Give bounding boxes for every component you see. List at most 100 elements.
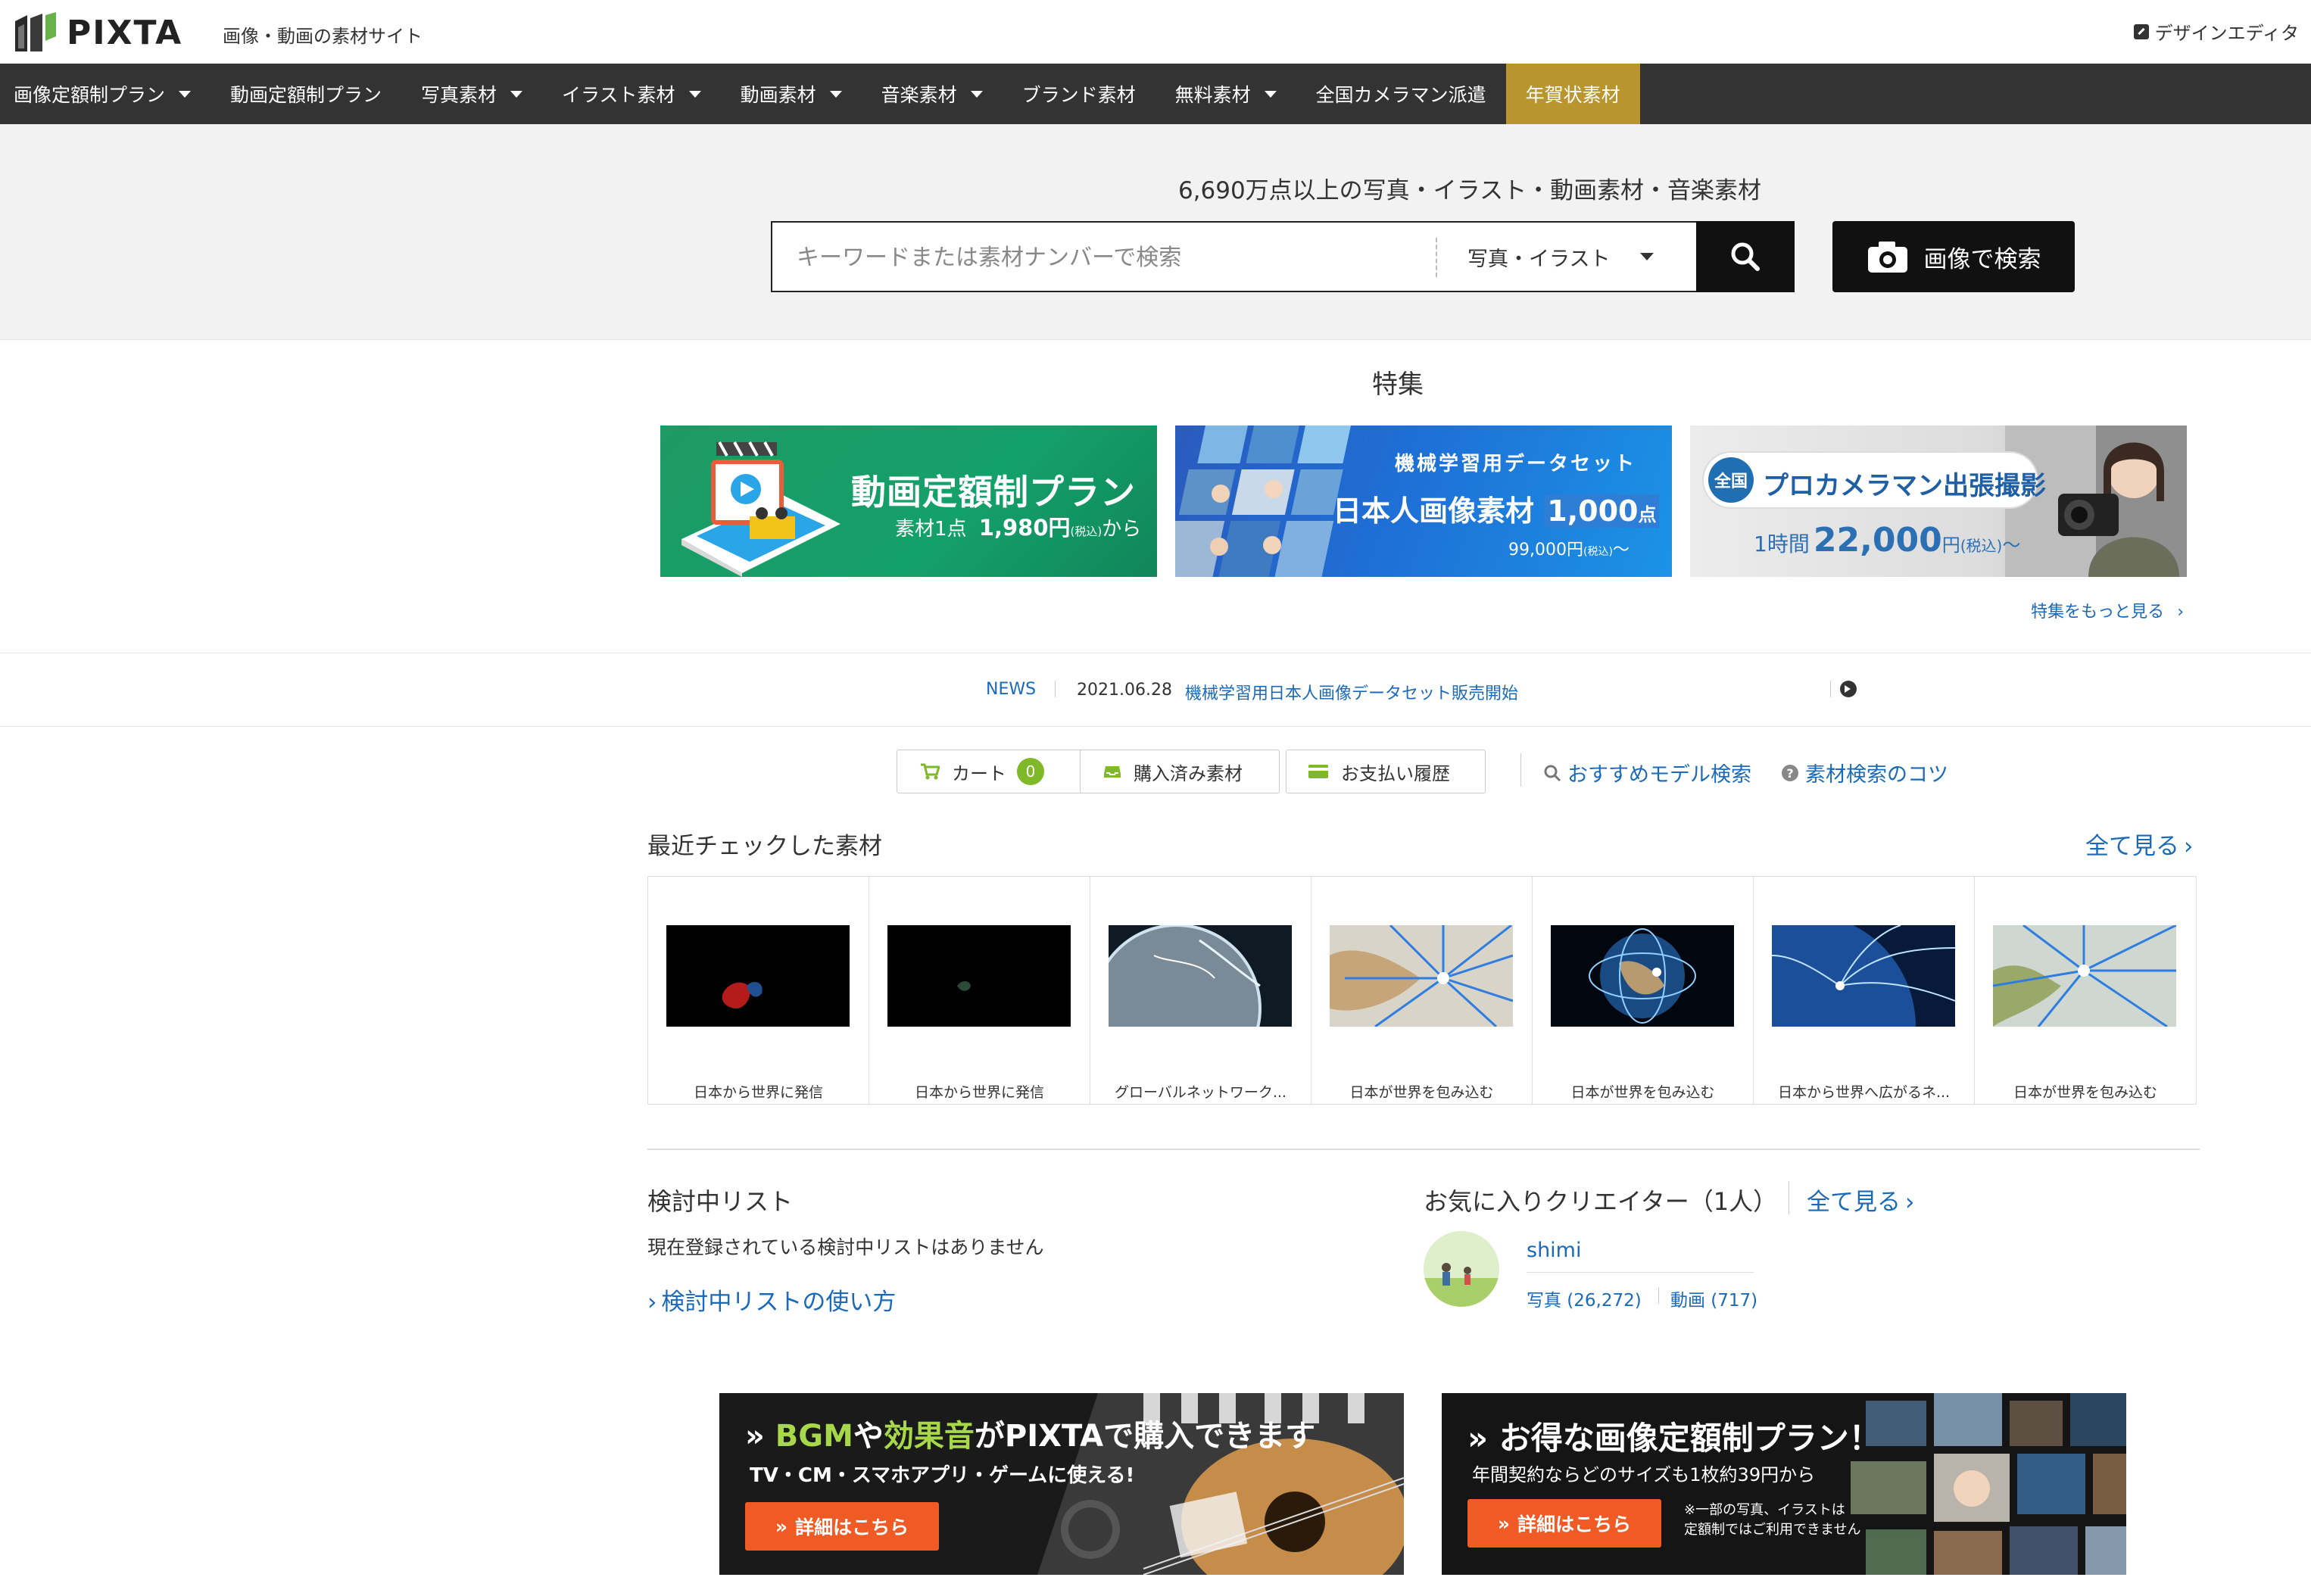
caret-down-icon xyxy=(1640,253,1655,260)
recent-item-caption: 日本から世界に発信 xyxy=(914,1084,1044,1101)
video-phone-illustration xyxy=(681,441,841,577)
nav-item-photos[interactable]: 写真素材 xyxy=(401,64,542,124)
help-icon: ? xyxy=(1782,764,1798,781)
recent-item[interactable]: 日本が世界を包み込む xyxy=(1311,877,1533,1104)
chevron-double-right-icon: » xyxy=(1467,1420,1489,1457)
caret-down-icon xyxy=(970,90,983,98)
search-input[interactable] xyxy=(795,223,1457,292)
banner-line1: 機械学習用データセット xyxy=(1395,453,1637,475)
promo-cta-label: 詳細はこちら xyxy=(795,1517,909,1538)
news-next-icon[interactable] xyxy=(1840,681,1857,697)
model-search-link[interactable]: おすすめモデル検索 xyxy=(1543,758,1751,787)
recent-item[interactable]: 日本から世界へ広がるネ... xyxy=(1754,877,1975,1104)
promo-cta-label: 詳細はこちら xyxy=(1517,1513,1632,1535)
search-divider xyxy=(1436,238,1437,277)
recent-item[interactable]: グローバルネットワーク... xyxy=(1090,877,1311,1104)
recent-item-caption: 日本から世界へ広がるネ... xyxy=(1777,1084,1951,1101)
recent-item[interactable]: 日本から世界に発信 xyxy=(648,877,869,1104)
model-search-label: おすすめモデル検索 xyxy=(1567,763,1751,787)
banner-photographer[interactable]: 全国 プロカメラマン出張撮影 1時間 22,000円(税込)〜 xyxy=(1690,425,2187,577)
search-tips-link[interactable]: ? 素材検索のコツ xyxy=(1781,758,1948,787)
payment-label: お支払い履歴 xyxy=(1341,762,1450,784)
thumbnail-image xyxy=(1993,925,2176,1027)
creator-divider xyxy=(1527,1272,1754,1273)
recent-see-all-link[interactable]: 全て見る › xyxy=(2085,827,2193,861)
caret-down-icon xyxy=(1264,90,1277,98)
creator-photos-link[interactable]: 写真 (26,272) xyxy=(1527,1286,1642,1311)
creator-avatar[interactable] xyxy=(1424,1231,1499,1307)
banner-tax: (税込) xyxy=(1960,537,2003,555)
promo-headline: » お得な画像定額制プラン！ xyxy=(1467,1413,1881,1459)
nav-item-brand[interactable]: ブランド素材 xyxy=(1003,64,1156,124)
nav-item-free[interactable]: 無料素材 xyxy=(1156,64,1296,124)
recent-item[interactable]: 日本から世界に発信 xyxy=(869,877,1090,1104)
chevron-right-icon: › xyxy=(2184,833,2194,860)
favorites-see-all-link[interactable]: 全て見る › xyxy=(1807,1183,1914,1217)
consider-list-howto-link[interactable]: › 検討中リストの使い方 xyxy=(647,1283,896,1317)
more-features-link[interactable]: 特集をもっと見る › xyxy=(2031,598,2184,622)
banner-unit: 円 xyxy=(1941,535,1960,556)
banner-price-line: 1時間 22,000円(税込)〜 xyxy=(1754,521,2020,560)
edit-icon xyxy=(2133,23,2149,39)
banner-sub-prefix: 素材1点 xyxy=(895,518,967,541)
payment-history-button[interactable]: お支払い履歴 xyxy=(1286,750,1486,793)
chevron-right-icon: › xyxy=(647,1289,657,1316)
purchased-button[interactable]: 購入済み素材 xyxy=(1080,750,1280,793)
banner-count-value: 1,000 xyxy=(1547,494,1639,528)
promo-image-plan[interactable]: » お得な画像定額制プラン！ 年間契約ならどのサイズも1枚約39円から » 詳細… xyxy=(1442,1393,2126,1575)
nav-item-image-plan[interactable]: 画像定額制プラン xyxy=(0,64,211,124)
news-link[interactable]: 機械学習用日本人画像データセット販売開始 xyxy=(1185,680,1518,704)
chevron-right-icon: › xyxy=(2177,603,2184,622)
chevron-double-right-icon: » xyxy=(745,1419,765,1454)
pixta-logo[interactable]: PIXTA xyxy=(12,11,182,55)
nav-label: 動画素材 xyxy=(740,84,816,106)
search-icon xyxy=(1731,242,1760,271)
nav-item-music[interactable]: 音楽素材 xyxy=(862,64,1003,124)
cart-icon xyxy=(921,763,940,780)
search-type-select[interactable]: 写真・イラスト xyxy=(1467,223,1655,291)
thumbnail-image xyxy=(666,925,850,1027)
nav-item-new-year-cards[interactable]: 年賀状素材 xyxy=(1505,64,1640,124)
main-nav: 画像定額制プラン 動画定額制プラン 写真素材 イラスト素材 動画素材 音楽素材 … xyxy=(0,64,2311,124)
see-all-label: 全て見る xyxy=(1807,1189,1901,1216)
banner-video-plan[interactable]: 動画定額制プラン 素材1点 1,980円(税込)から xyxy=(660,425,1157,577)
banner-ml-dataset[interactable]: 機械学習用データセット 日本人画像素材 1,000点 99,000円(税込)〜 xyxy=(1175,425,1672,577)
banner-price: 99,000円 xyxy=(1508,541,1583,560)
nav-label: 写真素材 xyxy=(421,84,497,106)
creator-stat-divider xyxy=(1658,1287,1659,1304)
tray-icon xyxy=(1104,766,1121,778)
nav-label: イラスト素材 xyxy=(562,84,675,106)
image-search-button[interactable]: 画像で検索 xyxy=(1832,221,2075,292)
promo-headline: » BGMや効果音がPIXTAで購入できます xyxy=(745,1411,1315,1455)
search-type-label: 写真・イラスト xyxy=(1467,247,1611,271)
promo-note: ※一部の写真、イラストは 定額制ではご利用できません xyxy=(1684,1501,1860,1540)
image-search-label: 画像で検索 xyxy=(1923,245,2041,273)
creator-name-link[interactable]: shimi xyxy=(1527,1239,1581,1262)
news-divider xyxy=(1055,681,1056,697)
nav-item-videos[interactable]: 動画素材 xyxy=(721,64,862,124)
toolbar-divider xyxy=(1520,753,1521,787)
design-editor-link[interactable]: デザインエディタ xyxy=(2133,18,2299,45)
nav-item-illustrations[interactable]: イラスト素材 xyxy=(542,64,721,124)
nav-item-photographer[interactable]: 全国カメラマン派遣 xyxy=(1296,64,1506,124)
search-button[interactable] xyxy=(1696,221,1795,292)
creator-videos-link[interactable]: 動画 (717) xyxy=(1670,1286,1757,1311)
thumbnail-image xyxy=(887,925,1071,1027)
banner-prefix: 1時間 xyxy=(1754,531,1810,556)
recent-item[interactable]: 日本が世界を包み込む xyxy=(1975,877,2196,1104)
nav-item-video-plan[interactable]: 動画定額制プラン xyxy=(211,64,401,124)
banner-tax: (税込) xyxy=(1583,546,1613,558)
cart-button[interactable]: カート 0 xyxy=(897,750,1109,793)
promo-cta-button[interactable]: » 詳細はこちら xyxy=(1467,1499,1661,1548)
promo-headline-rest: がPIXTAで購入できます xyxy=(974,1419,1316,1454)
caret-down-icon xyxy=(510,90,523,98)
recent-item-caption: グローバルネットワーク... xyxy=(1115,1084,1286,1101)
recent-item[interactable]: 日本が世界を包み込む xyxy=(1533,877,1754,1104)
promo-bgm[interactable]: » BGMや効果音がPIXTAで購入できます TV・CM・スマホアプリ・ゲームに… xyxy=(719,1393,1404,1575)
favorite-creators-title: お気に入りクリエイター（1人） xyxy=(1424,1187,1778,1216)
consider-list-empty: 現在登録されている検討中リストはありません xyxy=(647,1236,1044,1258)
recent-item-caption: 日本から世界に発信 xyxy=(693,1084,823,1101)
news-date: 2021.06.28 xyxy=(1077,681,1172,700)
thumbnail-image xyxy=(1551,925,1734,1027)
promo-cta-button[interactable]: » 詳細はこちら xyxy=(745,1502,939,1551)
